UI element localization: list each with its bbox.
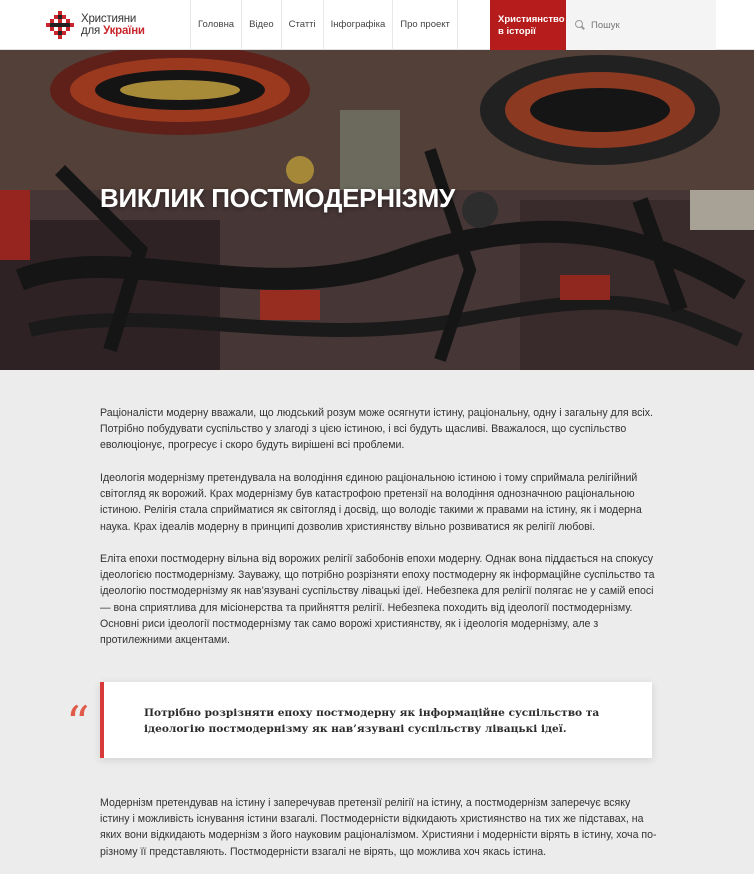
nav-item-video[interactable]: Відео xyxy=(241,0,281,50)
search-box xyxy=(566,0,716,50)
article-paragraph-2: Ідеологія модернізму претендувала на вол… xyxy=(100,472,642,533)
site-logo[interactable]: Християни для України xyxy=(44,7,154,43)
article-paragraph-3: Еліта епохи постмодерну вільна від ворож… xyxy=(100,553,655,647)
nav-item-articles[interactable]: Статті xyxy=(280,0,323,50)
nav-hist-line2: в історії xyxy=(498,26,536,37)
nav-hist-line1: Християнство xyxy=(498,14,565,25)
article-paragraph-1: Раціоналісти модерну вважали, що людськи… xyxy=(100,407,654,452)
nav-item-christianity-history[interactable]: Християнство в історії xyxy=(490,0,566,50)
logo-text: Християни для України xyxy=(81,13,145,37)
site-header: Християни для України Головна Відео Стат… xyxy=(0,0,754,50)
logo-line2: для України xyxy=(81,25,145,37)
quote-mark-icon: “ xyxy=(66,696,90,750)
logo-word-ukrainy: України xyxy=(103,25,145,37)
nav-item-home[interactable]: Головна xyxy=(190,0,241,50)
logo-word-dlia: для xyxy=(81,25,101,37)
cross-logo-icon xyxy=(44,9,76,41)
page-title: ВИКЛИК ПОСТМОДЕРНІЗМУ xyxy=(100,183,455,213)
nav-item-about[interactable]: Про проект xyxy=(392,0,458,50)
article-paragraph-4: Модернізм претендував на істину і запере… xyxy=(100,797,657,858)
search-icon[interactable] xyxy=(574,19,586,31)
hero-banner: ВИКЛИК ПОСТМОДЕРНІЗМУ xyxy=(0,50,754,370)
logo-line1: Християни xyxy=(81,13,137,25)
pull-quote-text: Потрібно розрізняти епоху постмодерну як… xyxy=(144,707,600,735)
main-nav: Головна Відео Статті Інфографіка Про про… xyxy=(190,0,458,50)
pull-quote: Потрібно розрізняти епоху постмодерну як… xyxy=(100,682,652,758)
nav-item-infographics[interactable]: Інфографіка xyxy=(322,0,393,50)
search-input[interactable] xyxy=(591,19,711,31)
